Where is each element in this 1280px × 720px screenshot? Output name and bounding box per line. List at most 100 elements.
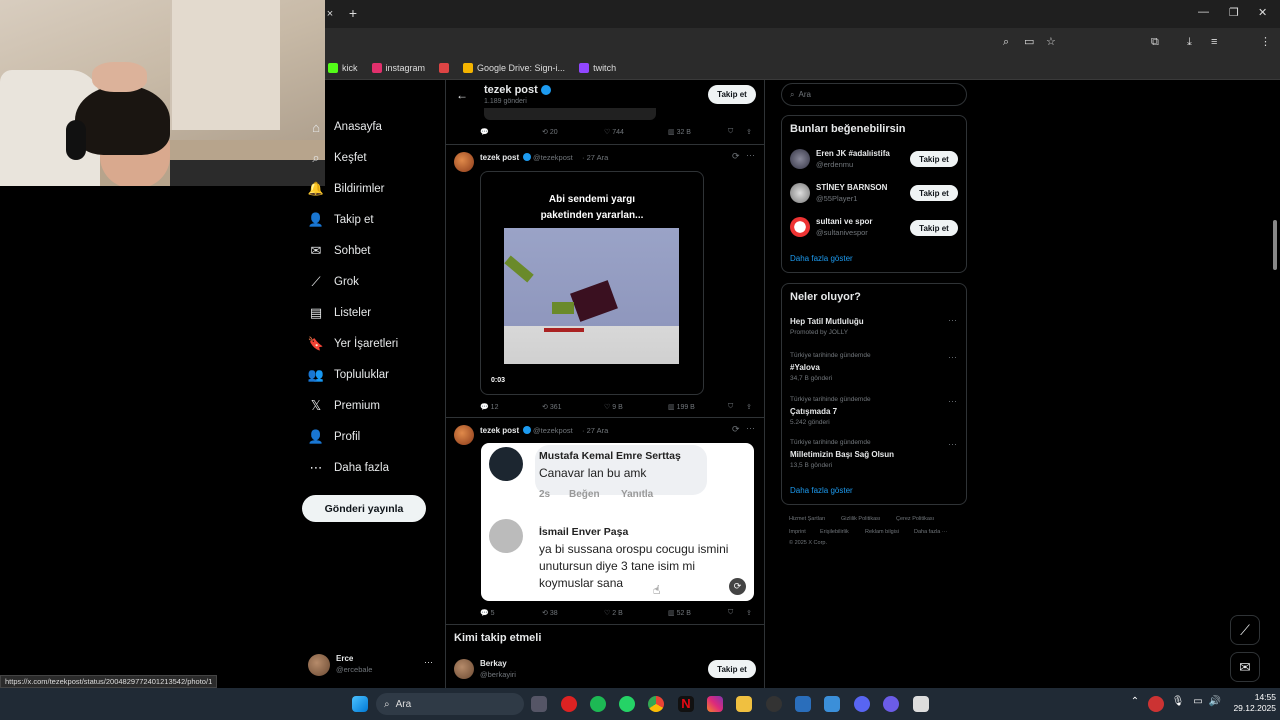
- footer-link[interactable]: Erişilebilirlik: [820, 529, 849, 535]
- suggestion-name[interactable]: Eren JK #adalıistifa: [816, 149, 890, 158]
- footer-link[interactable]: Çerez Politikası: [896, 516, 934, 522]
- more-options-icon[interactable]: ···: [948, 315, 957, 325]
- app-icon[interactable]: [913, 696, 929, 712]
- bookmark-google-drive[interactable]: Google Drive: Sign-i...: [463, 62, 565, 73]
- share-icon[interactable]: ⇪: [746, 128, 752, 136]
- grok-image-icon[interactable]: ⟳: [729, 578, 746, 595]
- trend-name[interactable]: Çatışmada 7: [790, 407, 837, 416]
- page-scrollbar[interactable]: [1272, 80, 1278, 688]
- taskbar-clock[interactable]: 14:55 29.12.2025: [1226, 692, 1276, 714]
- avatar[interactable]: [454, 425, 474, 445]
- bookmark-instagram[interactable]: instagram: [371, 62, 425, 73]
- follow-button[interactable]: Takip et: [910, 220, 958, 236]
- folder-icon[interactable]: [736, 696, 752, 712]
- nav-more[interactable]: ⋯ Daha fazla: [308, 457, 389, 479]
- minimize-icon[interactable]: —: [1198, 6, 1209, 18]
- repost-button[interactable]: ⟲ 20: [542, 128, 558, 136]
- search-input[interactable]: ⌕ Ara: [781, 83, 967, 106]
- suggestion-handle[interactable]: @erdenmu: [816, 160, 853, 169]
- follow-button[interactable]: Takip et: [910, 151, 958, 167]
- scroll-thumb[interactable]: [1273, 220, 1277, 270]
- footer-link[interactable]: Hizmet Şartları: [789, 516, 825, 522]
- views-count[interactable]: ▥ 32 B: [668, 128, 691, 136]
- reply-button[interactable]: 💬 12: [480, 403, 498, 411]
- microphone-icon[interactable]: 🎙: [1170, 696, 1186, 712]
- grok-icon[interactable]: ⟳: [732, 424, 740, 435]
- bookmark-kick[interactable]: kick: [328, 62, 358, 73]
- netflix-icon[interactable]: N: [678, 696, 694, 712]
- views-count[interactable]: ▥ 199 B: [668, 403, 695, 411]
- suggestion-name[interactable]: sultani ve spor: [816, 217, 872, 226]
- share-icon[interactable]: ⇪: [746, 403, 752, 411]
- like-button[interactable]: ♡ 744: [604, 128, 624, 136]
- footer-link[interactable]: Daha fazla ···: [914, 529, 947, 535]
- suggestion-handle[interactable]: @55Player1: [816, 194, 857, 203]
- grok-float-button[interactable]: ⟋: [1230, 615, 1260, 645]
- nav-premium[interactable]: 𝕏 Premium: [308, 395, 380, 417]
- back-arrow-icon[interactable]: ←: [456, 88, 468, 102]
- footer-link[interactable]: Gizlilik Politikası: [841, 516, 880, 522]
- avatar[interactable]: [790, 183, 810, 203]
- bookmark-icon[interactable]: ⛉: [728, 609, 733, 617]
- repost-button[interactable]: ⟲ 38: [542, 609, 558, 617]
- more-options-icon[interactable]: ···: [948, 352, 957, 362]
- more-options-icon[interactable]: ···: [948, 396, 957, 406]
- nav-explore[interactable]: ⌕ Keşfet: [308, 147, 366, 169]
- views-count[interactable]: ▥ 52 B: [668, 609, 691, 617]
- trend-name[interactable]: Hep Tatil Mutluluğu: [790, 317, 864, 326]
- trend-name[interactable]: #Yalova: [790, 363, 820, 372]
- nav-profile[interactable]: 👤 Profil: [308, 426, 360, 448]
- account-switcher[interactable]: Erce @ercebale ···: [308, 652, 438, 678]
- reply-icon[interactable]: 💬: [480, 128, 489, 136]
- more-options-icon[interactable]: ···: [746, 150, 755, 160]
- chevron-up-icon[interactable]: ⌃: [1127, 696, 1143, 712]
- like-button[interactable]: ♡ 9 B: [604, 403, 623, 411]
- post-video[interactable]: Abi sendemi yargı paketinden yararlan...…: [480, 171, 704, 395]
- close-window-icon[interactable]: ✕: [1258, 6, 1267, 19]
- app-icon[interactable]: [561, 696, 577, 712]
- footer-link[interactable]: Imprint: [789, 529, 806, 535]
- grok-icon[interactable]: ⟳: [732, 151, 740, 162]
- download-icon[interactable]: ⤓: [1187, 35, 1192, 49]
- media-icon[interactable]: ≡: [1211, 35, 1217, 49]
- more-options-icon[interactable]: ···: [746, 423, 755, 433]
- zoom-icon[interactable]: ⌕: [1003, 35, 1009, 49]
- volume-icon[interactable]: 🔊: [1207, 696, 1223, 712]
- footer-link[interactable]: Reklam bilgisi: [865, 529, 899, 535]
- display-icon[interactable]: ▭: [1190, 696, 1206, 712]
- follow-button[interactable]: Takip et: [708, 85, 756, 104]
- avatar[interactable]: [790, 217, 810, 237]
- repost-button[interactable]: ⟲ 361: [542, 403, 562, 411]
- star-icon[interactable]: ☆: [1046, 35, 1056, 49]
- post-image[interactable]: Mustafa Kemal Emre Serttaş Canavar lan b…: [481, 443, 754, 601]
- share-icon[interactable]: ⇪: [746, 609, 752, 617]
- app-icon[interactable]: [824, 696, 840, 712]
- suggested-user-handle[interactable]: @berkayiri: [480, 670, 516, 679]
- whatsapp-icon[interactable]: [619, 696, 635, 712]
- nav-grok[interactable]: ⟋ Grok: [308, 271, 358, 293]
- chrome-icon[interactable]: [648, 696, 664, 712]
- nav-follow[interactable]: 👤 Takip et: [308, 209, 374, 231]
- reply-button[interactable]: 💬 5: [480, 609, 495, 617]
- nav-bookmarks[interactable]: 🔖 Yer İşaretleri: [308, 333, 398, 355]
- nav-messages[interactable]: ✉ Sohbet: [308, 240, 371, 262]
- post-author[interactable]: tezek post: [480, 153, 519, 162]
- windows-start-icon[interactable]: [352, 696, 368, 712]
- post-handle[interactable]: @tezekpost: [533, 426, 573, 435]
- more-options-icon[interactable]: ···: [948, 439, 957, 449]
- spotify-icon[interactable]: [590, 696, 606, 712]
- show-more-link[interactable]: Daha fazla göster: [790, 254, 853, 263]
- post-handle[interactable]: @tezekpost: [533, 153, 573, 162]
- trend-name[interactable]: Milletimizin Başı Sağ Olsun: [790, 450, 894, 459]
- messages-float-button[interactable]: ✉: [1230, 652, 1260, 682]
- settings-icon[interactable]: [531, 696, 547, 712]
- avatar[interactable]: [790, 149, 810, 169]
- post-button[interactable]: Gönderi yayınla: [302, 495, 426, 522]
- suggestion-name[interactable]: STİNEY BARNSON: [816, 183, 887, 192]
- tray-app-icon[interactable]: [1148, 696, 1164, 712]
- follow-button[interactable]: Takip et: [708, 660, 756, 678]
- instagram-icon[interactable]: [707, 696, 723, 712]
- suggestion-handle[interactable]: @sultanivespor: [816, 228, 868, 237]
- taskbar-search[interactable]: ⌕ Ara: [376, 693, 524, 715]
- notepad-icon[interactable]: [795, 696, 811, 712]
